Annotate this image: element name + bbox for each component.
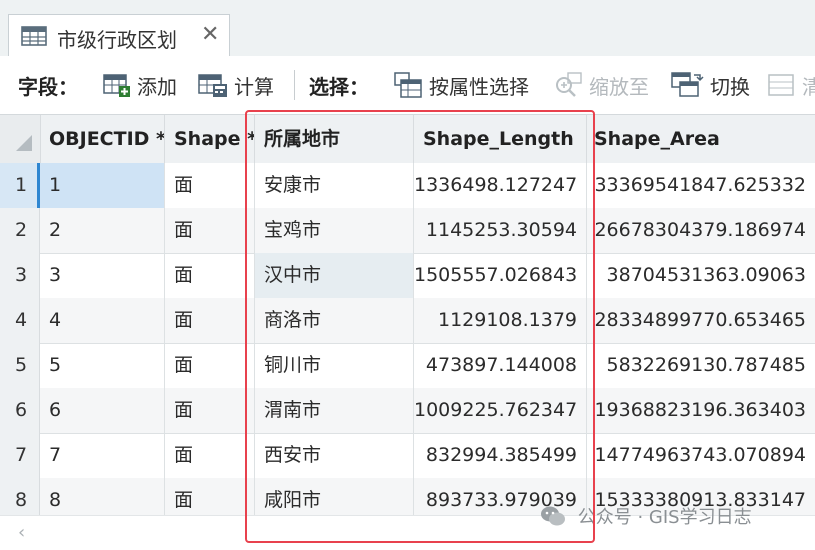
cell-shape-area[interactable]: 26678304379.186974 [587,208,806,253]
cell-objectid[interactable]: 6 [40,388,165,433]
tab-title: 市级行政区划 [57,28,177,52]
cell-city[interactable]: 宝鸡市 [255,208,414,253]
tab-attribute-table[interactable]: 市级行政区划 ✕ [8,14,230,56]
calculate-field-button[interactable]: 计算 [198,56,274,114]
table-row[interactable]: 7 7 面 西安市 832994.385499 14774963743.0708… [0,433,815,479]
table-row[interactable]: 6 6 面 渭南市 1009225.762347 19368823196.363… [0,388,815,434]
select-by-attributes-label: 按属性选择 [429,74,529,99]
cell-shape-length[interactable]: 1336498.127247 [414,163,587,208]
cell-shape-area[interactable]: 28334899770.653465 [587,298,806,343]
close-icon[interactable]: ✕ [201,22,219,47]
zoom-to-button[interactable]: 缩放至 [553,56,649,114]
clear-selection-label: 清 [802,74,815,99]
add-field-label: 添加 [137,74,177,99]
add-field-icon [103,74,130,97]
cell-shape-length[interactable]: 832994.385499 [414,433,587,478]
clear-selection-button[interactable]: 清 [768,56,815,114]
table-row[interactable]: 5 5 面 铜川市 473897.144008 5832269130.78748… [0,343,815,389]
cell-shape[interactable]: 面 [165,253,255,298]
row-header[interactable]: 4 [0,298,40,343]
zoom-to-icon [556,72,582,97]
cell-shape-area[interactable]: 38704531363.09063 [587,253,806,298]
cell-shape-area[interactable]: 14774963743.070894 [587,433,806,478]
cell-shape[interactable]: 面 [165,208,255,253]
clear-selection-icon [768,74,794,96]
table-header: OBJECTID * Shape * 所属地市 Shape_Length Sha… [0,115,815,164]
cell-shape-area[interactable]: 5832269130.787485 [587,343,806,388]
cell-shape[interactable]: 面 [165,163,255,208]
select-by-attributes-icon [394,72,422,98]
row-header[interactable]: 2 [0,208,40,253]
add-field-button[interactable]: 添加 [103,56,177,114]
column-header-objectid[interactable]: OBJECTID * [40,115,165,163]
switch-selection-button[interactable]: 切换 [670,56,750,114]
switch-icon [671,72,704,97]
cell-objectid[interactable]: 4 [40,298,165,343]
wechat-icon [540,505,566,532]
row-header[interactable]: 6 [0,388,40,433]
scroll-left-icon[interactable]: ‹ [18,522,25,543]
row-header[interactable]: 1 [0,163,40,208]
zoom-to-label: 缩放至 [589,74,649,99]
table-row[interactable]: 1 1 面 安康市 1336498.127247 33369541847.625… [0,163,815,209]
select-by-attributes-button[interactable]: 按属性选择 [393,56,529,114]
column-header-city[interactable]: 所属地市 [255,115,414,163]
cell-shape[interactable]: 面 [165,343,255,388]
selection-label: 选择： [309,74,369,99]
table-row[interactable]: 3 3 面 汉中市 1505557.026843 38704531363.090… [0,253,815,299]
cell-city[interactable]: 西安市 [255,433,414,478]
attribute-table: OBJECTID * Shape * 所属地市 Shape_Length Sha… [0,115,815,525]
column-header-shape-area[interactable]: Shape_Area [587,115,815,163]
field-label: 字段： [18,74,78,99]
cell-objectid[interactable]: 3 [40,253,165,298]
cell-city[interactable]: 铜川市 [255,343,414,388]
cell-shape-length[interactable]: 1505557.026843 [414,253,587,298]
cell-shape[interactable]: 面 [165,298,255,343]
cell-city[interactable]: 安康市 [255,163,414,208]
table-icon [21,26,47,50]
row-header[interactable]: 3 [0,253,40,298]
cell-objectid[interactable]: 5 [40,343,165,388]
cell-objectid[interactable]: 2 [40,208,165,253]
corner-triangle-icon [16,135,32,151]
cell-shape-length[interactable]: 1009225.762347 [414,388,587,433]
toolbar: 字段： 添加 计算 选择： 按属性选择 缩放至 切换 清 [0,56,815,115]
cell-shape-length[interactable]: 473897.144008 [414,343,587,388]
watermark-text: 公众号 · GIS学习日志 [577,507,752,528]
table-row[interactable]: 4 4 面 商洛市 1129108.1379 28334899770.65346… [0,298,815,344]
row-header[interactable]: 7 [0,433,40,478]
cell-city[interactable]: 汉中市 [255,253,414,298]
column-header-shape[interactable]: Shape * [165,115,255,163]
select-all-corner[interactable] [0,115,41,163]
table-row[interactable]: 2 2 面 宝鸡市 1145253.30594 26678304379.1869… [0,208,815,254]
row-header[interactable]: 5 [0,343,40,388]
cell-shape-length[interactable]: 1145253.30594 [414,208,587,253]
cell-objectid[interactable]: 1 [40,163,165,208]
column-header-shape-length[interactable]: Shape_Length [414,115,587,163]
cell-shape[interactable]: 面 [165,388,255,433]
cell-shape-length[interactable]: 1129108.1379 [414,298,587,343]
calculator-icon [198,74,227,97]
switch-selection-label: 切换 [710,74,750,99]
cell-shape-area[interactable]: 19368823196.363403 [587,388,806,433]
toolbar-divider [294,70,295,100]
watermark: 公众号 · GIS学习日志 [540,503,752,532]
cell-shape[interactable]: 面 [165,433,255,478]
tab-strip: 市级行政区划 ✕ [0,0,815,57]
calculate-field-label: 计算 [234,74,274,99]
cell-shape-area[interactable]: 33369541847.625332 [587,163,806,208]
cell-city[interactable]: 商洛市 [255,298,414,343]
cell-city[interactable]: 渭南市 [255,388,414,433]
cell-objectid[interactable]: 7 [40,433,165,478]
